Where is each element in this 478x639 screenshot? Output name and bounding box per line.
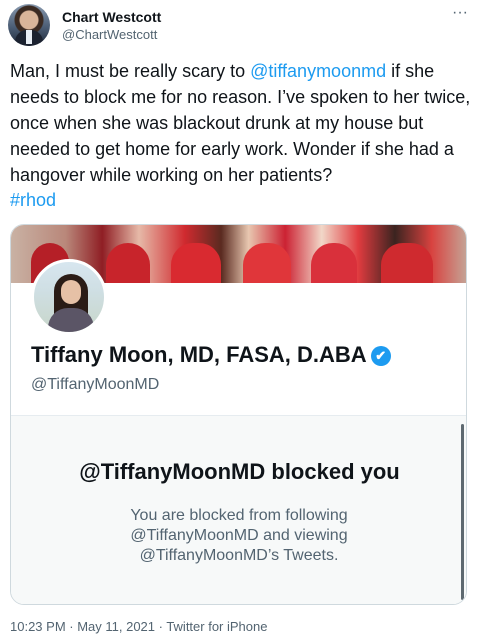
tweet-timestamp[interactable]: 10:23 PM · May 11, 2021 · Twitter for iP… <box>10 619 267 634</box>
author-handle[interactable]: @ChartWestcott <box>62 27 157 42</box>
blocked-description: You are blocked from following @TiffanyM… <box>130 507 348 564</box>
tweet-text-part1: Man, I must be really scary to <box>10 61 251 81</box>
tweet: Chart Westcott @ChartWestcott ··· Man, I… <box>0 0 478 639</box>
blocked-title: @TiffanyMoonMD blocked you <box>79 459 400 484</box>
banner-figure <box>311 243 357 283</box>
blocked-notice: @TiffanyMoonMD blocked you You are block… <box>11 415 466 604</box>
verified-badge-icon: ✔ <box>370 346 391 366</box>
banner-figure <box>171 243 221 283</box>
banner-figure <box>381 243 433 283</box>
embedded-profile-card[interactable]: Tiffany Moon, MD, FASA, D.ABA ✔ @TiffanyM… <box>10 224 467 605</box>
mention-link[interactable]: @tiffanymoonmd <box>250 61 386 81</box>
hashtag-link[interactable]: #rhod <box>10 190 56 211</box>
tweet-header: Chart Westcott @ChartWestcott ··· <box>8 4 470 48</box>
more-options-icon[interactable]: ··· <box>452 4 468 22</box>
profile-name-text: Tiffany Moon, MD, FASA, D.ABA <box>31 342 367 367</box>
banner-figure <box>243 243 291 283</box>
avatar-body <box>48 308 94 332</box>
banner-figure <box>106 243 150 283</box>
profile-handle[interactable]: @TiffanyMoonMD <box>31 376 159 394</box>
profile-avatar[interactable] <box>31 259 107 335</box>
tweet-text: Man, I must be really scary to @tiffanym… <box>10 58 472 188</box>
author-display-name[interactable]: Chart Westcott <box>62 9 161 25</box>
avatar-shirt <box>26 30 32 44</box>
author-avatar[interactable] <box>8 4 50 46</box>
avatar-face <box>61 280 81 304</box>
scrollbar[interactable] <box>461 424 464 600</box>
profile-name[interactable]: Tiffany Moon, MD, FASA, D.ABA ✔ <box>31 342 391 368</box>
